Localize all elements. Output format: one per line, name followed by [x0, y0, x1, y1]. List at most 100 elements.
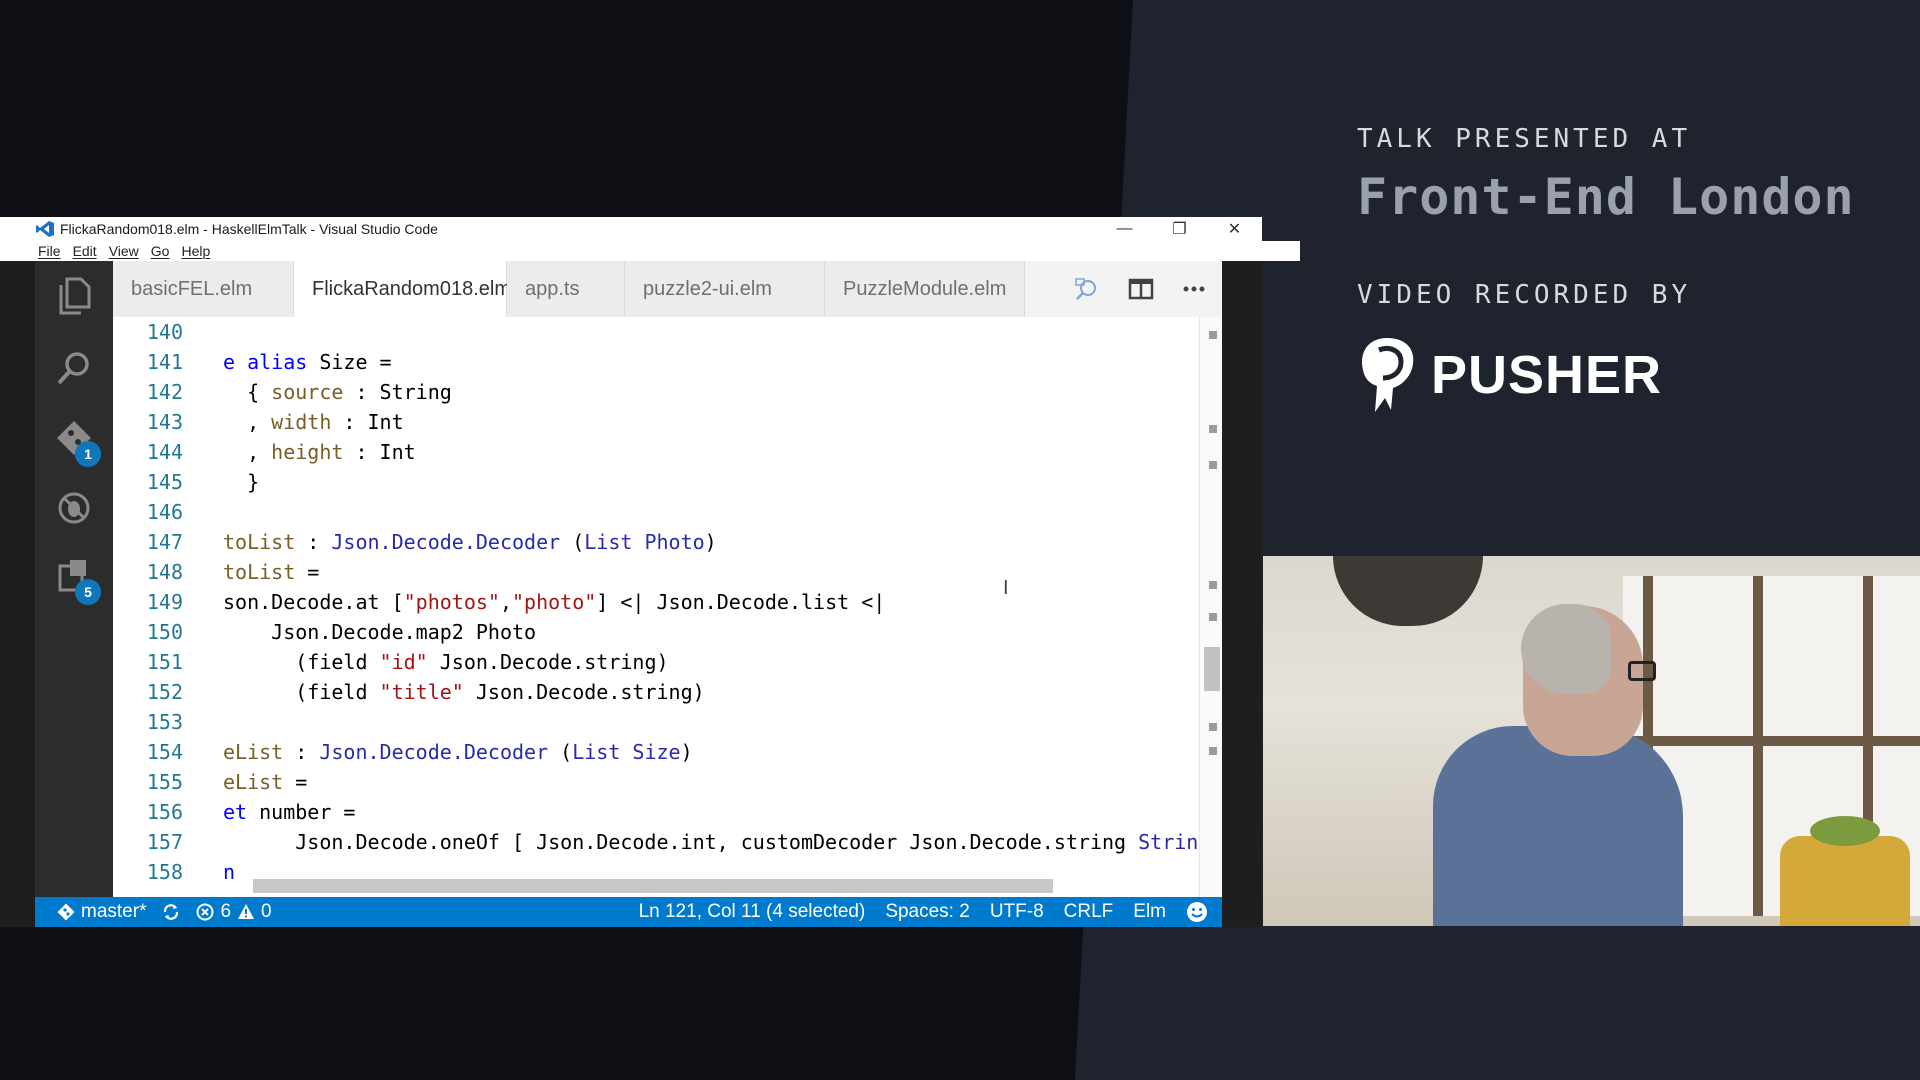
overview-marker [1209, 425, 1217, 433]
code-line: toList : Json.Decode.Decoder (List Photo… [223, 530, 717, 554]
overview-marker [1209, 331, 1217, 339]
tab-basicfel[interactable]: basicFEL.elm [113, 261, 294, 317]
error-count: 6 [220, 901, 232, 922]
menu-view[interactable]: View [109, 243, 139, 259]
code-line: e alias Size = [223, 350, 392, 374]
explorer-button[interactable] [35, 261, 113, 331]
code-line: } [223, 470, 260, 494]
extensions-badge: 5 [75, 579, 101, 605]
sync-icon [164, 904, 179, 920]
line-number: 158 [146, 860, 183, 884]
tab-label: FlickaRandom018.elm [312, 277, 511, 300]
code-line: Json.Decode.oneOf [ Json.Decode.int, cus… [223, 830, 1211, 854]
overview-marker [1209, 613, 1217, 621]
menu-go[interactable]: Go [151, 243, 170, 259]
encoding-setting[interactable]: UTF-8 [990, 901, 1044, 923]
code-editor[interactable]: 140 141 142 143 144 145 146 147 148 149 … [113, 317, 1222, 897]
speaker-hair [1521, 604, 1611, 694]
line-number: 156 [146, 800, 183, 824]
overview-marker [1209, 723, 1217, 731]
code-lines: e alias Size = { source : String , width… [223, 317, 1222, 897]
menu-edit[interactable]: Edit [73, 243, 97, 259]
tab-puzzle2-ui[interactable]: puzzle2-ui.elm [625, 261, 825, 317]
git-branch-icon [57, 903, 75, 921]
code-line: son.Decode.at ["photos","photo"] <| Json… [223, 590, 886, 614]
scrollbar-thumb[interactable] [1204, 647, 1220, 691]
menu-help[interactable]: Help [181, 243, 210, 259]
line-number: 140 [146, 320, 183, 344]
more-actions-icon[interactable] [1182, 285, 1206, 293]
source-control-button[interactable]: 1 [35, 403, 113, 473]
open-changes-icon[interactable] [1074, 277, 1100, 301]
line-number: 155 [146, 770, 183, 794]
line-number: 153 [146, 710, 183, 734]
problems-indicator[interactable]: 6 0 [196, 901, 272, 923]
smiley-icon [1187, 902, 1207, 922]
video-recorded-label: VIDEO RECORDED BY [1357, 280, 1692, 310]
feedback-button[interactable] [1186, 901, 1208, 923]
tab-puzzlemodule[interactable]: PuzzleModule.elm [825, 261, 1025, 317]
code-line: (field "id" Json.Decode.string) [223, 650, 669, 674]
minimize-button[interactable]: — [1097, 220, 1152, 238]
extensions-button[interactable]: 5 [35, 541, 113, 611]
warning-count: 0 [261, 901, 272, 922]
speaker-glasses [1628, 661, 1656, 681]
title-bar: FlickaRandom018.elm - HaskellElmTalk - V… [0, 217, 1262, 241]
close-window-button[interactable]: ✕ [1207, 219, 1262, 239]
eol-setting[interactable]: CRLF [1064, 901, 1114, 923]
tab-label: puzzle2-ui.elm [643, 277, 772, 300]
indentation-setting[interactable]: Spaces: 2 [885, 901, 970, 923]
pusher-wordmark: PUSHER [1431, 345, 1663, 405]
line-number-gutter: 140 141 142 143 144 145 146 147 148 149 … [113, 317, 223, 897]
debug-icon [58, 492, 90, 524]
sync-button[interactable] [162, 903, 180, 921]
speaker-camera-feed [1263, 556, 1920, 926]
horizontal-scrollbar[interactable] [253, 879, 1053, 893]
language-mode[interactable]: Elm [1133, 901, 1166, 923]
plant-pot [1780, 836, 1910, 926]
window-title: FlickaRandom018.elm - HaskellElmTalk - V… [60, 221, 438, 237]
code-line: , height : Int [223, 440, 416, 464]
tab-label: basicFEL.elm [131, 277, 253, 300]
code-line: n [223, 860, 236, 884]
line-number: 149 [146, 590, 183, 614]
tab-actions [1060, 261, 1206, 317]
restore-button[interactable]: ❐ [1152, 219, 1207, 239]
code-line: , width : Int [223, 410, 404, 434]
code-line: Json.Decode.map2 Photo [223, 620, 537, 644]
code-line: et number = [223, 800, 356, 824]
line-number: 152 [146, 680, 183, 704]
code-line: eList : Json.Decode.Decoder (List Size) [223, 740, 693, 764]
line-number: 144 [146, 440, 183, 464]
cursor-position[interactable]: Ln 121, Col 11 (4 selected) [639, 901, 866, 923]
debug-button[interactable] [35, 473, 113, 543]
overview-marker [1209, 747, 1217, 755]
search-icon [57, 352, 89, 385]
source-control-badge: 1 [75, 441, 101, 467]
plant-leaves [1810, 816, 1880, 846]
speaker-shirt [1433, 726, 1683, 926]
line-number: 143 [146, 410, 183, 434]
tab-app-ts[interactable]: app.ts [507, 261, 625, 317]
search-button[interactable] [35, 333, 113, 403]
line-number: 146 [146, 500, 183, 524]
line-number: 148 [146, 560, 183, 584]
editor-tabs: basicFEL.elm FlickaRandom018.elm✕ app.ts… [113, 261, 1222, 317]
code-line: { source : String [223, 380, 452, 404]
line-number: 147 [146, 530, 183, 554]
vertical-scrollbar[interactable] [1199, 317, 1222, 897]
menu-file[interactable]: File [38, 243, 61, 259]
split-editor-icon[interactable] [1128, 278, 1154, 300]
code-line: eList = [223, 770, 308, 794]
branch-indicator[interactable]: master* [57, 901, 146, 923]
text-cursor-icon: I [1003, 577, 1009, 599]
overview-marker [1209, 581, 1217, 589]
speaker [1433, 604, 1683, 926]
status-bar: master* 6 0 Ln 121, Col 11 (4 selected) … [35, 897, 1222, 927]
event-name: Front-End London [1357, 168, 1855, 226]
vscode-logo-icon [36, 221, 54, 237]
line-number: 151 [146, 650, 183, 674]
pusher-logo: PUSHER [1357, 336, 1662, 414]
menu-bar: File Edit View Go Help [0, 241, 1300, 261]
tab-flickarandom[interactable]: FlickaRandom018.elm✕ [294, 261, 545, 317]
